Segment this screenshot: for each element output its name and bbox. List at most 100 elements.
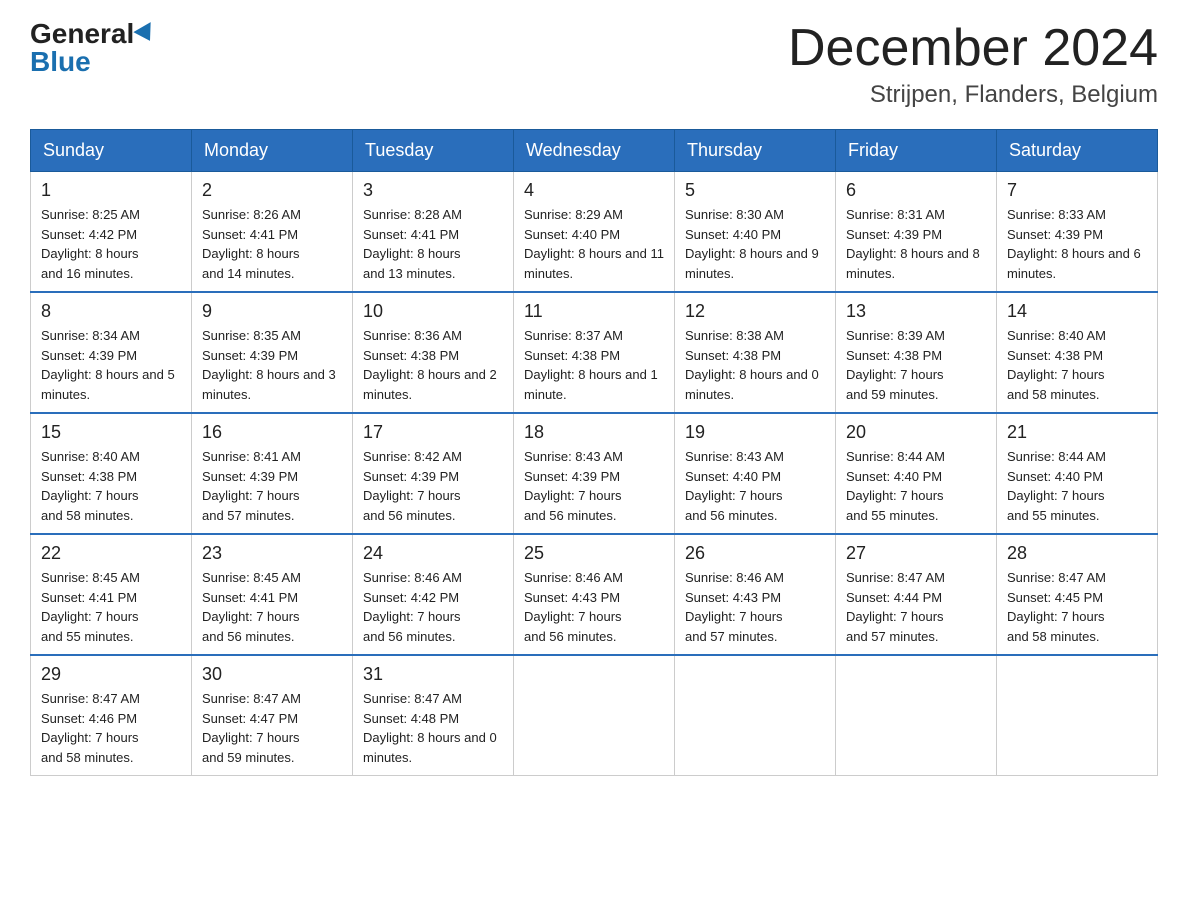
calendar-day-cell: 6 Sunrise: 8:31 AM Sunset: 4:39 PM Dayli… xyxy=(836,172,997,293)
calendar-header-tuesday: Tuesday xyxy=(353,130,514,172)
day-number: 18 xyxy=(524,422,664,443)
logo-arrow-icon xyxy=(134,22,159,46)
day-number: 28 xyxy=(1007,543,1147,564)
calendar-week-row: 22 Sunrise: 8:45 AM Sunset: 4:41 PM Dayl… xyxy=(31,534,1158,655)
title-block: December 2024 Strijpen, Flanders, Belgiu… xyxy=(788,20,1158,109)
day-info: Sunrise: 8:34 AM Sunset: 4:39 PM Dayligh… xyxy=(41,326,181,404)
day-info: Sunrise: 8:47 AM Sunset: 4:48 PM Dayligh… xyxy=(363,689,503,767)
day-info: Sunrise: 8:29 AM Sunset: 4:40 PM Dayligh… xyxy=(524,205,664,283)
day-number: 16 xyxy=(202,422,342,443)
calendar-week-row: 8 Sunrise: 8:34 AM Sunset: 4:39 PM Dayli… xyxy=(31,292,1158,413)
day-info: Sunrise: 8:45 AM Sunset: 4:41 PM Dayligh… xyxy=(41,568,181,646)
calendar-day-cell: 2 Sunrise: 8:26 AM Sunset: 4:41 PM Dayli… xyxy=(192,172,353,293)
day-number: 20 xyxy=(846,422,986,443)
day-number: 5 xyxy=(685,180,825,201)
day-number: 25 xyxy=(524,543,664,564)
day-info: Sunrise: 8:30 AM Sunset: 4:40 PM Dayligh… xyxy=(685,205,825,283)
day-info: Sunrise: 8:41 AM Sunset: 4:39 PM Dayligh… xyxy=(202,447,342,525)
calendar-day-cell: 1 Sunrise: 8:25 AM Sunset: 4:42 PM Dayli… xyxy=(31,172,192,293)
calendar-day-cell: 31 Sunrise: 8:47 AM Sunset: 4:48 PM Dayl… xyxy=(353,655,514,776)
calendar-day-cell: 9 Sunrise: 8:35 AM Sunset: 4:39 PM Dayli… xyxy=(192,292,353,413)
day-info: Sunrise: 8:47 AM Sunset: 4:45 PM Dayligh… xyxy=(1007,568,1147,646)
day-number: 19 xyxy=(685,422,825,443)
day-number: 30 xyxy=(202,664,342,685)
day-number: 8 xyxy=(41,301,181,322)
calendar-day-cell: 17 Sunrise: 8:42 AM Sunset: 4:39 PM Dayl… xyxy=(353,413,514,534)
calendar-day-cell xyxy=(997,655,1158,776)
page-header: General Blue December 2024 Strijpen, Fla… xyxy=(30,20,1158,109)
calendar-day-cell xyxy=(675,655,836,776)
calendar-table: SundayMondayTuesdayWednesdayThursdayFrid… xyxy=(30,129,1158,776)
calendar-day-cell: 24 Sunrise: 8:46 AM Sunset: 4:42 PM Dayl… xyxy=(353,534,514,655)
calendar-week-row: 1 Sunrise: 8:25 AM Sunset: 4:42 PM Dayli… xyxy=(31,172,1158,293)
calendar-day-cell xyxy=(836,655,997,776)
day-info: Sunrise: 8:28 AM Sunset: 4:41 PM Dayligh… xyxy=(363,205,503,283)
calendar-day-cell: 12 Sunrise: 8:38 AM Sunset: 4:38 PM Dayl… xyxy=(675,292,836,413)
day-number: 21 xyxy=(1007,422,1147,443)
calendar-day-cell: 23 Sunrise: 8:45 AM Sunset: 4:41 PM Dayl… xyxy=(192,534,353,655)
day-number: 15 xyxy=(41,422,181,443)
calendar-day-cell: 13 Sunrise: 8:39 AM Sunset: 4:38 PM Dayl… xyxy=(836,292,997,413)
day-number: 31 xyxy=(363,664,503,685)
calendar-header-sunday: Sunday xyxy=(31,130,192,172)
calendar-day-cell: 21 Sunrise: 8:44 AM Sunset: 4:40 PM Dayl… xyxy=(997,413,1158,534)
day-number: 7 xyxy=(1007,180,1147,201)
day-number: 22 xyxy=(41,543,181,564)
calendar-day-cell: 25 Sunrise: 8:46 AM Sunset: 4:43 PM Dayl… xyxy=(514,534,675,655)
day-number: 26 xyxy=(685,543,825,564)
day-info: Sunrise: 8:33 AM Sunset: 4:39 PM Dayligh… xyxy=(1007,205,1147,283)
calendar-header-thursday: Thursday xyxy=(675,130,836,172)
day-info: Sunrise: 8:45 AM Sunset: 4:41 PM Dayligh… xyxy=(202,568,342,646)
day-info: Sunrise: 8:25 AM Sunset: 4:42 PM Dayligh… xyxy=(41,205,181,283)
day-info: Sunrise: 8:43 AM Sunset: 4:40 PM Dayligh… xyxy=(685,447,825,525)
calendar-day-cell: 18 Sunrise: 8:43 AM Sunset: 4:39 PM Dayl… xyxy=(514,413,675,534)
day-number: 3 xyxy=(363,180,503,201)
logo-general-text: General xyxy=(30,20,134,48)
calendar-day-cell: 14 Sunrise: 8:40 AM Sunset: 4:38 PM Dayl… xyxy=(997,292,1158,413)
day-info: Sunrise: 8:40 AM Sunset: 4:38 PM Dayligh… xyxy=(1007,326,1147,404)
calendar-day-cell: 20 Sunrise: 8:44 AM Sunset: 4:40 PM Dayl… xyxy=(836,413,997,534)
calendar-week-row: 29 Sunrise: 8:47 AM Sunset: 4:46 PM Dayl… xyxy=(31,655,1158,776)
calendar-day-cell: 26 Sunrise: 8:46 AM Sunset: 4:43 PM Dayl… xyxy=(675,534,836,655)
day-number: 24 xyxy=(363,543,503,564)
day-number: 10 xyxy=(363,301,503,322)
day-number: 27 xyxy=(846,543,986,564)
day-number: 29 xyxy=(41,664,181,685)
month-title: December 2024 xyxy=(788,20,1158,77)
logo-blue-text: Blue xyxy=(30,48,91,76)
calendar-day-cell: 16 Sunrise: 8:41 AM Sunset: 4:39 PM Dayl… xyxy=(192,413,353,534)
calendar-day-cell: 28 Sunrise: 8:47 AM Sunset: 4:45 PM Dayl… xyxy=(997,534,1158,655)
day-info: Sunrise: 8:26 AM Sunset: 4:41 PM Dayligh… xyxy=(202,205,342,283)
calendar-day-cell: 11 Sunrise: 8:37 AM Sunset: 4:38 PM Dayl… xyxy=(514,292,675,413)
day-info: Sunrise: 8:36 AM Sunset: 4:38 PM Dayligh… xyxy=(363,326,503,404)
day-number: 4 xyxy=(524,180,664,201)
calendar-day-cell: 22 Sunrise: 8:45 AM Sunset: 4:41 PM Dayl… xyxy=(31,534,192,655)
calendar-header-wednesday: Wednesday xyxy=(514,130,675,172)
calendar-day-cell: 27 Sunrise: 8:47 AM Sunset: 4:44 PM Dayl… xyxy=(836,534,997,655)
day-number: 2 xyxy=(202,180,342,201)
day-number: 17 xyxy=(363,422,503,443)
day-info: Sunrise: 8:46 AM Sunset: 4:42 PM Dayligh… xyxy=(363,568,503,646)
day-number: 11 xyxy=(524,301,664,322)
calendar-header-monday: Monday xyxy=(192,130,353,172)
location-title: Strijpen, Flanders, Belgium xyxy=(788,81,1158,109)
day-number: 6 xyxy=(846,180,986,201)
day-info: Sunrise: 8:38 AM Sunset: 4:38 PM Dayligh… xyxy=(685,326,825,404)
day-number: 13 xyxy=(846,301,986,322)
day-number: 14 xyxy=(1007,301,1147,322)
day-info: Sunrise: 8:44 AM Sunset: 4:40 PM Dayligh… xyxy=(1007,447,1147,525)
day-info: Sunrise: 8:44 AM Sunset: 4:40 PM Dayligh… xyxy=(846,447,986,525)
day-number: 9 xyxy=(202,301,342,322)
calendar-header-saturday: Saturday xyxy=(997,130,1158,172)
calendar-header-row: SundayMondayTuesdayWednesdayThursdayFrid… xyxy=(31,130,1158,172)
day-info: Sunrise: 8:47 AM Sunset: 4:44 PM Dayligh… xyxy=(846,568,986,646)
calendar-day-cell: 10 Sunrise: 8:36 AM Sunset: 4:38 PM Dayl… xyxy=(353,292,514,413)
day-info: Sunrise: 8:46 AM Sunset: 4:43 PM Dayligh… xyxy=(524,568,664,646)
day-info: Sunrise: 8:35 AM Sunset: 4:39 PM Dayligh… xyxy=(202,326,342,404)
day-info: Sunrise: 8:43 AM Sunset: 4:39 PM Dayligh… xyxy=(524,447,664,525)
logo: General Blue xyxy=(30,20,156,76)
day-info: Sunrise: 8:40 AM Sunset: 4:38 PM Dayligh… xyxy=(41,447,181,525)
calendar-day-cell: 3 Sunrise: 8:28 AM Sunset: 4:41 PM Dayli… xyxy=(353,172,514,293)
day-number: 12 xyxy=(685,301,825,322)
calendar-day-cell: 7 Sunrise: 8:33 AM Sunset: 4:39 PM Dayli… xyxy=(997,172,1158,293)
